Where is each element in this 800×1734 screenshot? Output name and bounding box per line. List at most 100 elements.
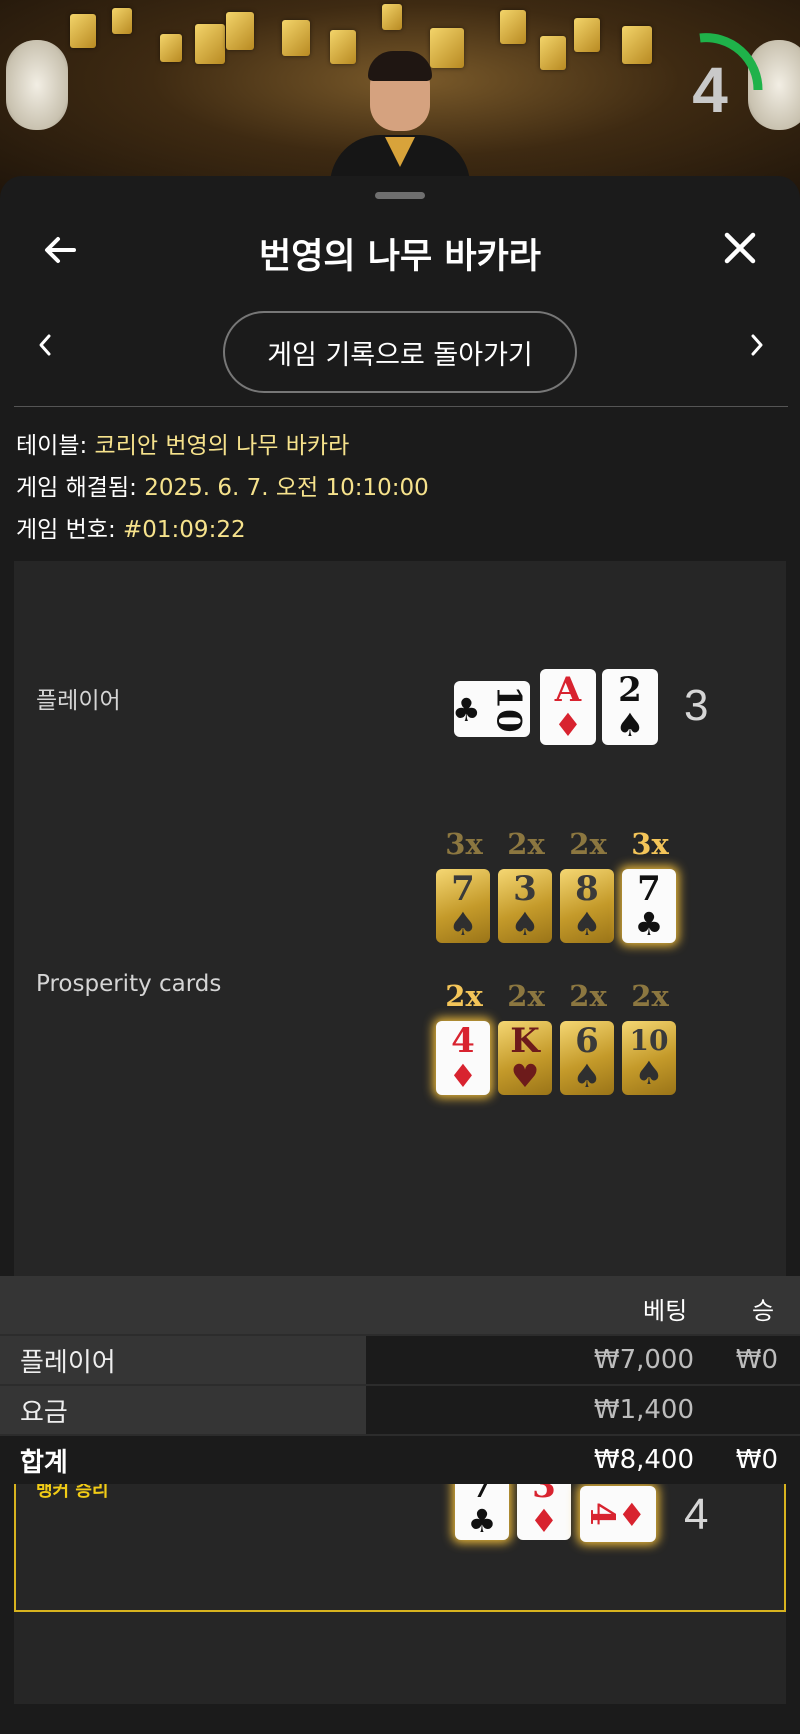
banker-card-3-rank: 4 [581, 1502, 622, 1526]
row-label: 플레이어 [0, 1336, 366, 1384]
table-row-total: 합계 ₩8,400 ₩0 [0, 1434, 800, 1484]
prosperity-card-suit: ♥ [510, 1057, 540, 1095]
total-bet: ₩8,400 [593, 1445, 694, 1475]
prosperity-card-rank: 6 [575, 1021, 599, 1061]
prosperity-card: K ♥ [498, 1021, 552, 1095]
col-bet-header: 베팅 [643, 1297, 688, 1325]
gold-tile [195, 24, 225, 64]
player-card-1-rank: 10 [488, 685, 529, 733]
player-card-3-rank: 2 [618, 670, 642, 710]
gold-tile [70, 14, 96, 48]
row-bet: ₩1,400 [593, 1395, 694, 1425]
banker-card-3: 4 ♦ [580, 1486, 656, 1542]
table-row: 플레이어 ₩7,000 ₩0 [0, 1334, 800, 1384]
player-card-2-suit: ♦ [553, 706, 583, 744]
prosperity-mult: 2x [569, 827, 607, 861]
info-resolved-label: 게임 해결됨: [16, 475, 137, 501]
prosperity-card-suit: ♠ [634, 1054, 664, 1092]
info-table-value: 코리안 번영의 나무 바카라 [94, 433, 350, 459]
prosperity-card: 3 ♠ [498, 869, 552, 943]
prosperity-card-suit: ♦ [448, 1057, 478, 1095]
prosperity-mult: 3x [631, 827, 669, 861]
row-win: ₩0 [735, 1345, 778, 1375]
prosperity-card: 8 ♠ [560, 869, 614, 943]
info-table: 테이블: 코리안 번영의 나무 바카라 [16, 426, 349, 460]
title-bar: 번영의 나무 바카라 [0, 216, 800, 286]
row-bet: ₩7,000 [593, 1345, 694, 1375]
prosperity-card-suit: ♠ [572, 905, 602, 943]
prosperity-mult: 2x [445, 979, 483, 1013]
prosperity-mult: 2x [507, 827, 545, 861]
result-panel: 플레이어 ♣ 10 A ♦ 2 ♠ 3 Prosperity cards 3x … [14, 561, 786, 1704]
round-navigation: 게임 기록으로 돌아가기 [0, 311, 800, 393]
banker-card-2-suit: ♦ [529, 1502, 559, 1540]
back-arrow-icon[interactable] [40, 230, 84, 274]
bets-table: 베팅 승 플레이어 ₩7,000 ₩0 요금 ₩1,400 합계 ₩8,400 … [0, 1276, 800, 1484]
col-win-header: 승 [752, 1297, 775, 1325]
banker-score: 4 [684, 1490, 709, 1539]
drag-handle[interactable] [375, 192, 425, 199]
prosperity-card-suit: ♠ [510, 905, 540, 943]
prosperity-label: Prosperity cards [36, 971, 222, 997]
prosperity-card-suit: ♠ [448, 905, 478, 943]
timer-value: 4 [692, 54, 728, 126]
total-label: 합계 [0, 1436, 366, 1484]
close-icon[interactable] [718, 228, 762, 272]
game-detail-sheet: 번영의 나무 바카라 게임 기록으로 돌아가기 테이블: 코리안 번영의 나무 … [0, 176, 800, 1734]
info-number: 게임 번호: #01:09:22 [16, 510, 246, 544]
page-title: 번영의 나무 바카라 [259, 237, 541, 277]
prosperity-card-rank: K [510, 1021, 540, 1061]
gold-tile [574, 18, 600, 52]
gold-tile [112, 8, 132, 34]
prosperity-card: 7 ♠ [436, 869, 490, 943]
gold-tile [500, 10, 526, 44]
prosperity-card: 10 ♠ [622, 1021, 676, 1095]
chevron-left-icon[interactable] [30, 329, 60, 369]
prosperity-card-rank: 7 [637, 869, 661, 909]
prosperity-card-rank: 7 [451, 869, 475, 909]
prosperity-mult: 3x [445, 827, 483, 861]
row-values [366, 1386, 800, 1434]
player-card-1-suit: ♣ [452, 691, 481, 729]
prosperity-card-rank: 8 [575, 869, 599, 909]
gold-tile [540, 36, 566, 70]
prosperity-card: 7 ♣ [622, 869, 676, 943]
gold-tile [282, 20, 310, 56]
gold-tile [622, 26, 652, 64]
info-table-label: 테이블: [16, 433, 88, 459]
prosperity-card-rank: 3 [513, 869, 537, 909]
player-card-3: 2 ♠ [602, 669, 658, 745]
prosperity-card: 6 ♠ [560, 1021, 614, 1095]
total-win: ₩0 [735, 1445, 778, 1475]
info-number-value: #01:09:22 [123, 517, 246, 543]
table-row: 요금 ₩1,400 [0, 1384, 800, 1434]
gold-tile [160, 34, 182, 62]
live-video-area: 4 [0, 0, 800, 200]
lantern-left [6, 40, 68, 130]
chevron-right-icon[interactable] [742, 329, 772, 369]
prosperity-card-rank: 10 [629, 1024, 669, 1057]
player-card-3-suit: ♠ [615, 706, 645, 744]
row-label: 요금 [0, 1386, 366, 1434]
divider [14, 406, 788, 407]
bets-table-header: 베팅 승 [0, 1276, 800, 1334]
info-resolved: 게임 해결됨: 2025. 6. 7. 오전 10:10:00 [16, 468, 429, 502]
prosperity-mult: 2x [507, 979, 545, 1013]
countdown-timer: 4 [660, 30, 780, 150]
player-card-2: A ♦ [540, 669, 596, 745]
prosperity-card-suit: ♣ [634, 905, 664, 943]
player-card-2-rank: A [554, 670, 582, 710]
prosperity-card-suit: ♠ [572, 1057, 602, 1095]
player-score: 3 [684, 681, 709, 730]
prosperity-card-rank: 4 [451, 1021, 475, 1061]
gold-tile [226, 12, 254, 50]
info-resolved-value: 2025. 6. 7. 오전 10:10:00 [144, 475, 429, 501]
back-to-history-button[interactable]: 게임 기록으로 돌아가기 [223, 311, 577, 393]
banker-card-1-suit: ♣ [467, 1502, 497, 1540]
player-card-1: ♣ 10 [452, 681, 530, 737]
player-label: 플레이어 [36, 688, 121, 714]
prosperity-mult: 2x [631, 979, 669, 1013]
prosperity-mult: 2x [569, 979, 607, 1013]
prosperity-card: 4 ♦ [436, 1021, 490, 1095]
info-number-label: 게임 번호: [16, 517, 116, 543]
